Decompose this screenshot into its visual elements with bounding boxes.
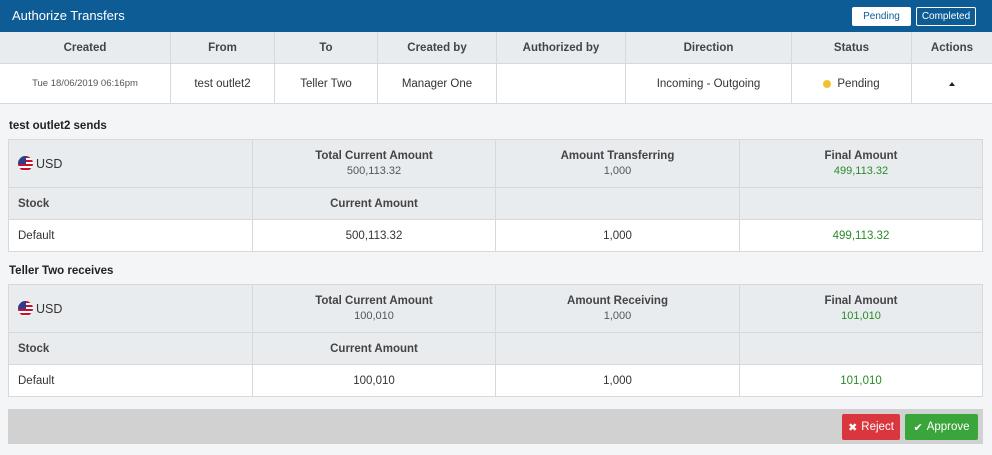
authorized-by-cell <box>497 64 626 103</box>
receiver-amount-value: 1,000 <box>496 365 740 396</box>
receiver-transfer-cell: Amount Receiving 1,000 <box>496 285 740 332</box>
receiver-total-value: 100,010 <box>354 310 394 322</box>
sender-summary-row: USD Total Current Amount 500,113.32 Amou… <box>8 139 983 188</box>
receiver-transfer-value: 1,000 <box>603 310 632 322</box>
receiver-section-title: Teller Two receives <box>9 265 114 277</box>
receiver-stock-value: Default <box>9 365 253 396</box>
table-header: Created From To Created by Authorized by… <box>0 32 992 64</box>
tab-completed[interactable]: Completed <box>916 7 976 26</box>
created-cell: Tue 18/06/2019 06:16pm <box>0 64 171 103</box>
check-icon: ✔ <box>913 421 923 434</box>
sender-stock-header-row: Stock Current Amount <box>8 187 983 220</box>
receiver-summary-row: USD Total Current Amount 100,010 Amount … <box>8 284 983 333</box>
column-header-created[interactable]: Created <box>0 32 171 63</box>
reject-label: Reject <box>861 421 894 433</box>
column-header-status[interactable]: Status <box>792 32 912 63</box>
status-cell: Pending <box>792 64 912 103</box>
table-row: Default 100,010 1,000 101,010 <box>8 364 983 397</box>
close-icon: ✖ <box>848 421 858 434</box>
receiver-currency-cell: USD <box>9 285 253 332</box>
sender-final-value: 499,113.32 <box>833 165 889 177</box>
sender-total-cell: Total Current Amount 500,113.32 <box>253 140 496 187</box>
approve-button[interactable]: ✔ Approve <box>905 414 978 440</box>
to-cell: Teller Two <box>275 64 378 103</box>
sender-currency: USD <box>36 156 63 171</box>
sender-transfer-label: Amount Transferring <box>560 150 675 162</box>
table-row: Default 500,113.32 1,000 499,113.32 <box>8 219 983 252</box>
reject-button[interactable]: ✖ Reject <box>842 414 900 440</box>
approve-label: Approve <box>926 421 970 433</box>
created-by-cell: Manager One <box>378 64 497 103</box>
column-header-created-by[interactable]: Created by <box>378 32 497 63</box>
sender-total-label: Total Current Amount <box>315 150 433 162</box>
sender-transfer-value: 1,000 <box>603 165 632 177</box>
column-header-from[interactable]: From <box>171 32 275 63</box>
sender-stock-value: Default <box>9 220 253 251</box>
receiver-total-label: Total Current Amount <box>315 295 433 307</box>
sender-section-title: test outlet2 sends <box>9 120 107 132</box>
receiver-current-value: 100,010 <box>253 365 496 396</box>
sender-final-cell: Final Amount 499,113.32 <box>740 140 982 187</box>
receiver-final-cell: Final Amount 101,010 <box>740 285 982 332</box>
column-header-to[interactable]: To <box>275 32 378 63</box>
receiver-stock-header-row: Stock Current Amount <box>8 332 983 365</box>
column-header-direction[interactable]: Direction <box>626 32 792 63</box>
receiver-current-label: Current Amount <box>253 333 496 364</box>
receiver-total-cell: Total Current Amount 100,010 <box>253 285 496 332</box>
receiver-transfer-label: Amount Receiving <box>567 295 668 307</box>
page-title: Authorize Transfers <box>12 8 125 23</box>
page-header: Authorize Transfers Pending Completed <box>0 0 992 32</box>
sender-row-final-value: 499,113.32 <box>832 229 890 242</box>
status-dot-icon <box>823 79 832 88</box>
sender-currency-cell: USD <box>9 140 253 187</box>
status-badge: Pending <box>837 77 880 90</box>
column-header-authorized-by[interactable]: Authorized by <box>497 32 626 63</box>
transfer-details-panel: test outlet2 sends USD Total Current Amo… <box>0 104 992 455</box>
actions-cell <box>912 64 992 103</box>
from-cell: test outlet2 <box>171 64 275 103</box>
sender-total-value: 500,113.32 <box>346 165 402 177</box>
receiver-row-final-value: 101,010 <box>840 374 882 387</box>
receiver-currency: USD <box>36 301 63 316</box>
caret-up-icon[interactable] <box>949 81 955 86</box>
sender-final-label: Final Amount <box>824 150 898 162</box>
action-bar: ✖ Reject ✔ Approve <box>8 409 983 444</box>
direction-cell: Incoming - Outgoing <box>626 64 792 103</box>
receiver-stock-label: Stock <box>9 333 253 364</box>
sender-current-value: 500,113.32 <box>253 220 496 251</box>
tab-pending[interactable]: Pending <box>852 7 911 26</box>
receiver-final-label: Final Amount <box>824 295 898 307</box>
us-flag-icon <box>18 156 33 171</box>
receiver-final-value: 101,010 <box>841 310 881 322</box>
table-row[interactable]: Tue 18/06/2019 06:16pm test outlet2 Tell… <box>0 64 992 104</box>
us-flag-icon <box>18 301 33 316</box>
sender-stock-label: Stock <box>9 188 253 219</box>
column-header-actions: Actions <box>930 41 974 54</box>
sender-amount-value: 1,000 <box>496 220 740 251</box>
sender-transfer-cell: Amount Transferring 1,000 <box>496 140 740 187</box>
sender-current-label: Current Amount <box>253 188 496 219</box>
